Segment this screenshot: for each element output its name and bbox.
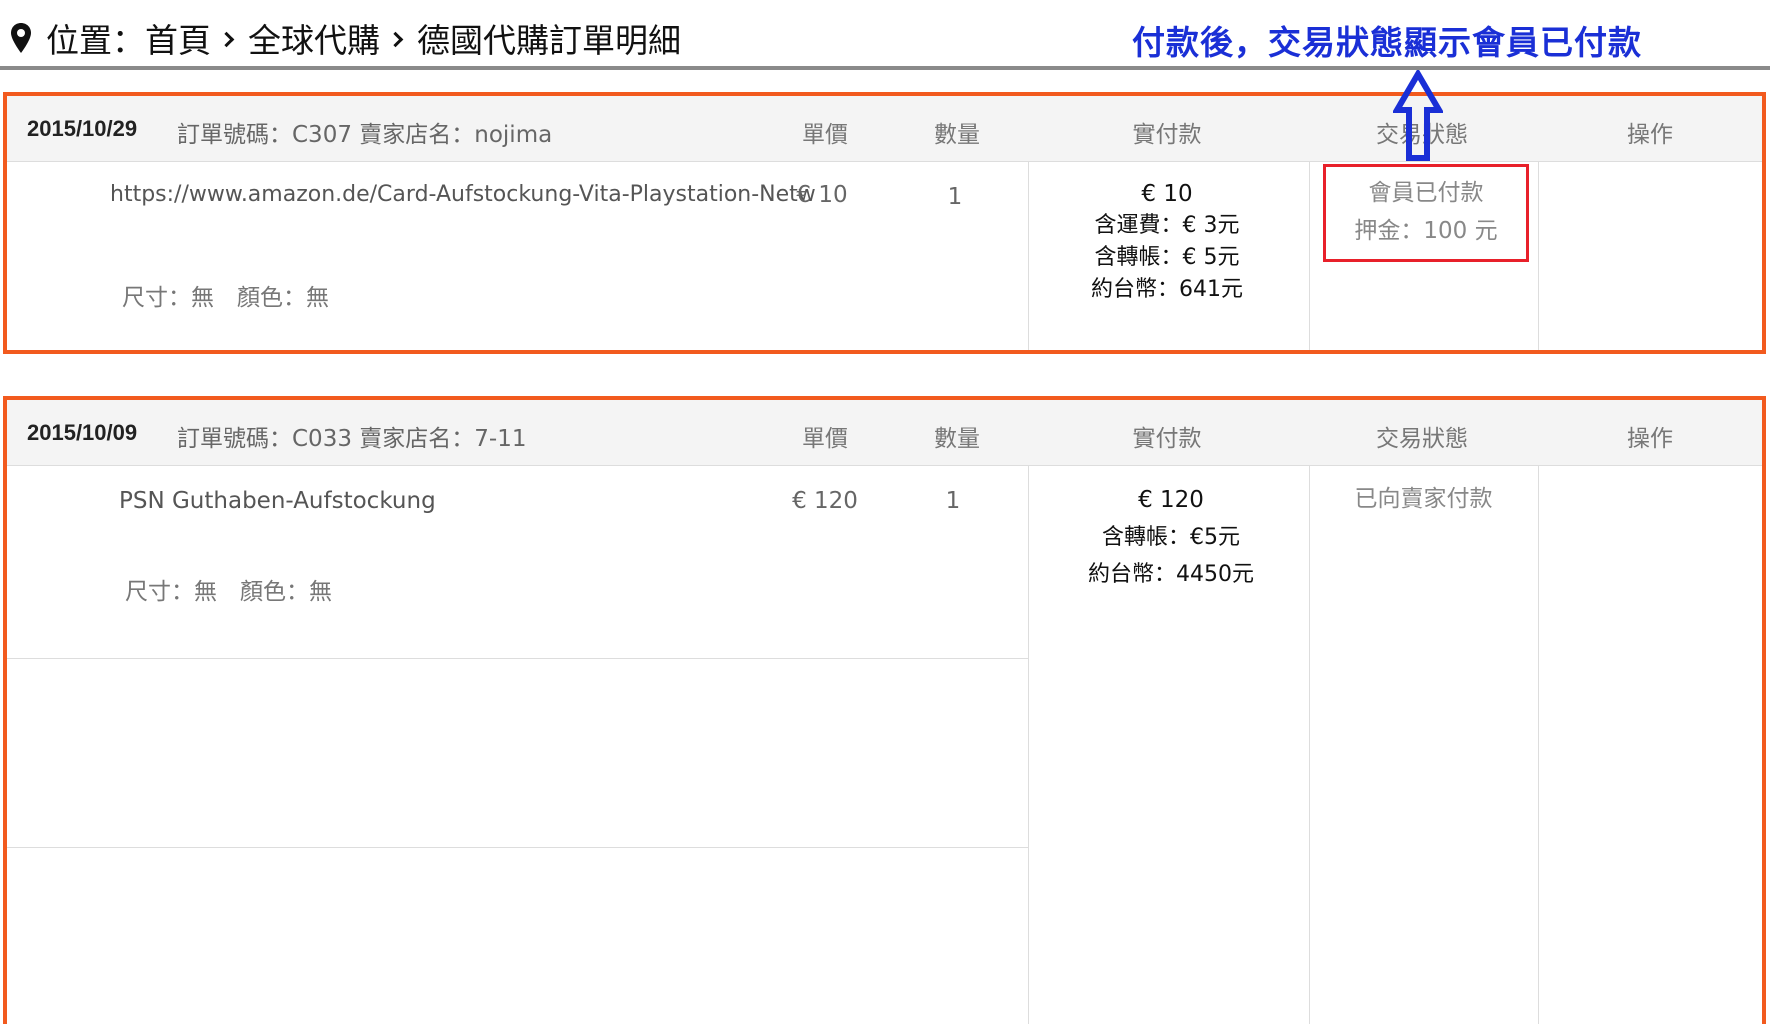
divider (1028, 162, 1029, 350)
product-link[interactable]: https://www.amazon.de/Card-Aufstockung-V… (110, 182, 816, 207)
order-date: 2015/10/09 (27, 420, 138, 445)
unit-price: € 10 (796, 182, 848, 208)
product-name[interactable]: PSN Guthaben-Aufstockung (119, 488, 436, 514)
product-options: 尺寸：無 顏色：無 (122, 285, 329, 311)
row-divider (7, 847, 1028, 848)
col-paid: 實付款 (1132, 122, 1202, 148)
col-price: 單價 (802, 122, 848, 148)
paid-transfer: 含轉帳：€5元 (1102, 525, 1240, 550)
transaction-status: 會員已付款 押金：100 元 (1323, 174, 1529, 250)
divider (1309, 466, 1310, 1024)
unit-price: € 120 (792, 488, 858, 514)
col-status: 交易狀態 (1376, 426, 1468, 452)
breadcrumb-prefix[interactable]: 位置：首頁 (46, 14, 211, 62)
order-card: 2015/10/09 訂單號碼：C033 賣家店名：7-11 單價 數量 實付款… (3, 396, 1766, 1024)
paid-total: € 10 (1141, 181, 1193, 207)
breadcrumb-item-current: 德國代購訂單明細 (417, 21, 681, 60)
quantity: 1 (947, 184, 963, 210)
paid-transfer: 含轉帳：€ 5元 (1094, 245, 1240, 270)
order-info: 訂單號碼：C033 賣家店名：7-11 (177, 426, 527, 452)
row-divider (7, 658, 1028, 659)
location-pin-icon (11, 23, 31, 53)
paid-total: € 120 (1138, 487, 1204, 513)
order-info: 訂單號碼：C307 賣家店名：nojima (177, 122, 553, 148)
chevron-right-icon (218, 31, 235, 47)
order-header: 2015/10/09 訂單號碼：C033 賣家店名：7-11 單價 數量 實付款… (7, 400, 1762, 466)
up-arrow-icon (1393, 70, 1443, 161)
col-action: 操作 (1627, 426, 1673, 452)
transaction-status: 已向賣家付款 (1309, 480, 1538, 518)
order-date: 2015/10/29 (27, 116, 138, 141)
col-action: 操作 (1627, 122, 1673, 148)
divider (1538, 466, 1539, 1024)
order-card: 2015/10/29 訂單號碼：C307 賣家店名：nojima 單價 數量 實… (3, 92, 1766, 354)
quantity: 1 (945, 488, 961, 514)
breadcrumb-item-global[interactable]: 全球代購 (248, 14, 380, 62)
paid-twd: 約台幣：4450元 (1088, 562, 1254, 587)
order-header: 2015/10/29 訂單號碼：C307 賣家店名：nojima 單價 數量 實… (7, 96, 1762, 162)
paid-twd: 約台幣：641元 (1091, 277, 1243, 302)
col-qty: 數量 (934, 122, 980, 148)
annotation-text: 付款後，交易狀態顯示會員已付款 (1132, 23, 1642, 62)
status-text: 會員已付款 (1368, 180, 1484, 206)
chevron-right-icon (387, 31, 404, 47)
deposit-text: 押金：100 元 (1354, 218, 1498, 244)
divider (1309, 162, 1310, 350)
col-paid: 實付款 (1132, 426, 1202, 452)
status-text: 已向賣家付款 (1354, 486, 1493, 512)
col-qty: 數量 (934, 426, 980, 452)
paid-amount: € 10 含運費：€ 3元 含轉帳：€ 5元 約台幣：641元 (1091, 178, 1243, 306)
divider (1028, 466, 1029, 1024)
divider (1538, 162, 1539, 350)
col-price: 單價 (802, 426, 848, 452)
breadcrumb: 位置：首頁 全球代購 德國代購訂單明細 (10, 14, 681, 62)
product-options: 尺寸：無 顏色：無 (125, 579, 332, 605)
paid-amount: € 120 含轉帳：€5元 約台幣：4450元 (1088, 482, 1254, 593)
paid-shipping: 含運費：€ 3元 (1094, 213, 1240, 238)
